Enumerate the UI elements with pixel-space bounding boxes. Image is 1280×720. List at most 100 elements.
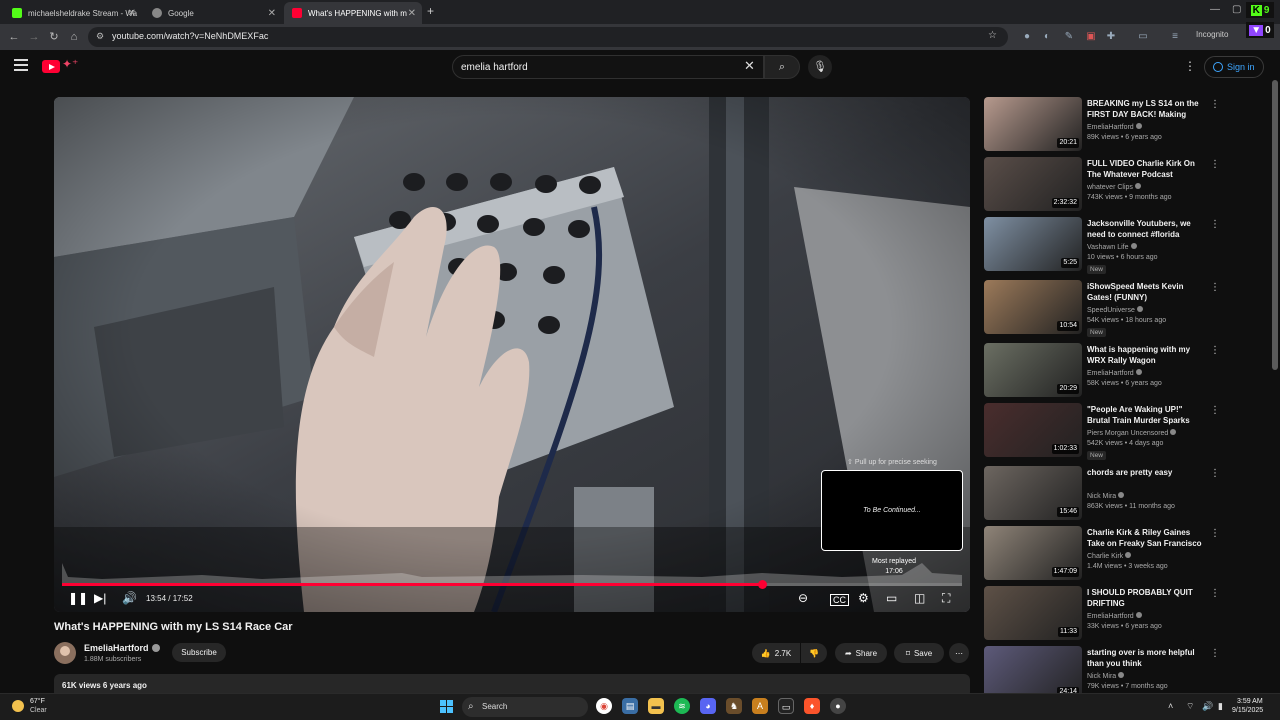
more-options-icon[interactable]: ⋮ — [1210, 468, 1220, 479]
hamburger-menu-icon[interactable] — [14, 59, 28, 71]
browser-tab-youtube[interactable]: What's HAPPENING with m ✕ — [284, 2, 422, 24]
chrome-app-icon[interactable]: ◉ — [596, 698, 612, 714]
video-thumbnail[interactable]: 1:47:09 — [984, 526, 1082, 580]
captions-icon[interactable]: CC — [830, 594, 849, 606]
video-thumbnail[interactable]: 20:21 — [984, 97, 1082, 151]
minimize-icon[interactable]: — — [1210, 4, 1220, 15]
more-options-icon[interactable]: ⋮ — [1210, 345, 1220, 356]
clock-time[interactable]: 3:59 AM — [1237, 698, 1263, 705]
clock-date[interactable]: 9/15/2025 — [1232, 707, 1263, 714]
extension-icon[interactable]: ● — [1020, 30, 1034, 44]
recommended-video[interactable]: 1:47:09 Charlie Kirk & Riley Gaines Take … — [984, 526, 1224, 582]
video-title[interactable]: What is happening with my WRX Rally Wago… — [1087, 344, 1207, 366]
bookmark-star-icon[interactable]: ☆ — [988, 30, 997, 41]
more-options-icon[interactable]: ⋮ — [1210, 159, 1220, 170]
task-view-icon[interactable]: ▤ — [622, 698, 638, 714]
sign-in-button[interactable]: Sign in — [1204, 56, 1264, 78]
close-icon[interactable]: ✕ — [268, 8, 276, 19]
share-button[interactable]: ➦ Share — [835, 643, 887, 663]
channel-name[interactable]: whatever Clips — [1087, 183, 1141, 191]
channel-name[interactable]: Nick Mira — [1087, 492, 1125, 500]
video-title[interactable]: BREAKING my LS S14 on the FIRST DAY BACK… — [1087, 98, 1207, 120]
video-thumbnail[interactable]: 5:25 — [984, 217, 1082, 271]
terminal-icon[interactable]: ▭ — [778, 698, 794, 714]
video-thumbnail[interactable]: 11:33 — [984, 586, 1082, 640]
video-thumbnail[interactable]: 15:46 — [984, 466, 1082, 520]
channel-name[interactable]: SpeedUniverse — [1087, 306, 1143, 314]
puzzle-icon[interactable]: ✚ — [1104, 30, 1118, 44]
recommended-video[interactable]: 5:25 Jacksonville Youtubers, we need to c… — [984, 217, 1224, 274]
new-tab-button[interactable]: + — [427, 4, 434, 18]
progress-bar[interactable] — [62, 580, 962, 589]
video-title[interactable]: starting over is more helpful than you t… — [1087, 647, 1207, 669]
url-field[interactable]: ⚙ youtube.com/watch?v=NeNhDMEXFac ☆ — [88, 27, 1008, 47]
video-title[interactable]: FULL VIDEO Charlie Kirk On The Whatever … — [1087, 158, 1207, 180]
reading-list-icon[interactable]: ≡ — [1168, 30, 1182, 44]
back-arrow-icon[interactable]: ← — [6, 29, 22, 45]
theater-mode-icon[interactable]: ▭ — [886, 591, 897, 605]
recommended-video[interactable]: 20:21 BREAKING my LS S14 on the FIRST DAY… — [984, 97, 1224, 153]
more-options-icon[interactable]: ⋮ — [1210, 282, 1220, 293]
network-icon[interactable]: ⌔ — [1186, 701, 1194, 712]
volume-icon[interactable]: 🔊 — [122, 591, 137, 605]
video-player[interactable]: ⇧ Pull up for precise seeking To Be Cont… — [54, 97, 970, 612]
recommended-video[interactable]: 15:46 chords are pretty easy Nick Mira 863K… — [984, 466, 1224, 522]
more-options-icon[interactable]: ⋮ — [1210, 99, 1220, 110]
clear-search-icon[interactable]: ✕ — [744, 58, 755, 74]
pause-icon[interactable]: ❚❚ — [68, 591, 88, 605]
app-icon[interactable]: ♞ — [726, 698, 742, 714]
recommended-video[interactable]: 2:32:32 FULL VIDEO Charlie Kirk On The Wh… — [984, 157, 1224, 213]
fullscreen-icon[interactable]: ⛶ — [942, 591, 950, 606]
more-actions-button[interactable]: ⋯ — [949, 643, 969, 663]
recommended-video[interactable]: 11:33 I SHOULD PROBABLY QUIT DRIFTING Emel… — [984, 586, 1224, 642]
cast-icon[interactable]: ▭ — [1136, 30, 1150, 44]
discord-icon[interactable]: ◕ — [700, 698, 716, 714]
channel-name[interactable]: Charlie Kirk — [1087, 552, 1132, 560]
extension-icon[interactable]: ✎ — [1062, 30, 1076, 44]
save-button[interactable]: ⌑ Save — [894, 643, 944, 663]
site-info-icon[interactable]: ⚙ — [96, 31, 104, 42]
spotify-icon[interactable]: ≋ — [674, 698, 690, 714]
settings-gear-icon[interactable]: ⚙ — [858, 591, 869, 605]
more-options-icon[interactable]: ⋮ — [1210, 219, 1220, 230]
channel-avatar[interactable] — [54, 642, 76, 664]
brave-icon[interactable]: ♦ — [804, 698, 820, 714]
obs-icon[interactable]: ● — [830, 698, 846, 714]
channel-name[interactable]: Nick Mira — [1087, 672, 1125, 680]
page-scrollbar[interactable] — [1272, 80, 1278, 370]
weather-moon-icon[interactable] — [12, 700, 24, 712]
battery-icon[interactable]: ▮ — [1218, 701, 1223, 712]
doodle-icon[interactable]: ✦⁺ — [62, 57, 78, 71]
home-icon[interactable]: ⌂ — [66, 29, 82, 45]
dislike-button[interactable]: 👎 — [801, 643, 827, 663]
more-options-icon[interactable]: ⋮ — [1210, 405, 1220, 416]
recommended-video[interactable]: 24:14 starting over is more helpful than … — [984, 646, 1224, 693]
more-options-icon[interactable]: ⋮ — [1210, 588, 1220, 599]
video-title[interactable]: I SHOULD PROBABLY QUIT DRIFTING — [1087, 587, 1207, 609]
channel-name[interactable]: Vashawn Life — [1087, 243, 1137, 251]
video-thumbnail[interactable]: 1:02:33 — [984, 403, 1082, 457]
volume-icon[interactable]: 🔊 — [1202, 701, 1213, 712]
cast-icon[interactable]: ◫ — [914, 591, 925, 605]
tray-chevron-icon[interactable]: ˄ — [1168, 701, 1173, 711]
search-input[interactable]: emelia hartford — [452, 55, 764, 79]
video-thumbnail[interactable]: 20:29 — [984, 343, 1082, 397]
browser-tab-kick[interactable]: michaelsheldrake Stream - Wa ✕ — [4, 2, 142, 24]
maximize-icon[interactable]: ▢ — [1232, 4, 1241, 15]
start-button[interactable] — [440, 700, 453, 713]
video-title[interactable]: Charlie Kirk & Riley Gaines Take on Frea… — [1087, 527, 1207, 549]
youtube-logo[interactable] — [42, 60, 60, 73]
next-video-icon[interactable]: ▶| — [94, 591, 106, 605]
taskbar-search[interactable]: ⌕ Search — [462, 697, 588, 717]
voice-search-button[interactable]: 🎙 — [808, 55, 832, 79]
more-options-icon[interactable]: ⋮ — [1210, 528, 1220, 539]
video-thumbnail[interactable]: 10:54 — [984, 280, 1082, 334]
forward-arrow-icon[interactable]: → — [26, 29, 42, 45]
search-button[interactable]: ⌕ — [764, 55, 800, 79]
video-title[interactable]: "People Are Waking UP!" Brutal Train Mur… — [1087, 404, 1207, 426]
autoplay-toggle-icon[interactable]: ⊖ — [798, 591, 808, 605]
recommended-video[interactable]: 1:02:33 "People Are Waking UP!" Brutal Tr… — [984, 403, 1224, 460]
video-thumbnail[interactable]: 2:32:32 — [984, 157, 1082, 211]
video-title[interactable]: iShowSpeed Meets Kevin Gates! (FUNNY) — [1087, 281, 1207, 303]
app-icon[interactable]: A — [752, 698, 768, 714]
